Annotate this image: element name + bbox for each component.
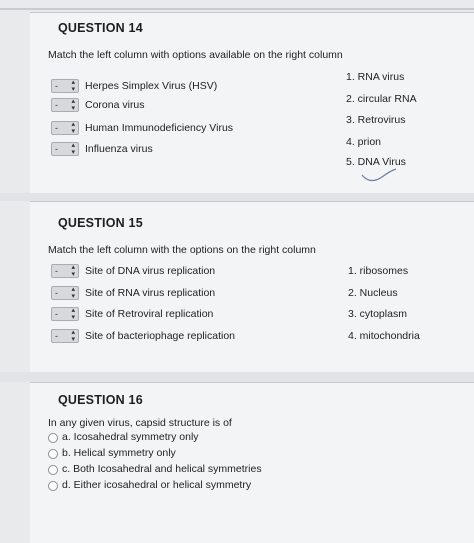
question-16-title: QUESTION 16 [58,393,143,407]
option: 3. cytoplasm [348,308,407,320]
question-16-prompt: In any given virus, capsid structure is … [48,417,232,429]
match-select-1[interactable]: - ▴ ▾ [51,79,79,93]
choice-label: b. Helical symmetry only [62,447,176,459]
match-select-2[interactable]: - ▴ ▾ [51,286,79,300]
stepper-icon: ▴ ▾ [71,98,75,112]
handwritten-check-mark [361,168,397,182]
radio-option-b[interactable] [48,449,58,459]
question-gap [0,193,474,201]
option: 4. prion [346,136,382,148]
match-select-3[interactable]: - ▴ ▾ [51,121,79,135]
question-14-prompt: Match the left column with options avail… [48,49,343,61]
option: 3. Retrovirus [346,114,406,126]
match-item-label: Site of bacteriophage replication [85,330,236,342]
match-select-1[interactable]: - ▴ ▾ [51,264,79,278]
stepper-icon: ▴ ▾ [71,142,75,156]
match-select-4[interactable]: - ▴ ▾ [51,142,79,156]
choice-label: a. Icosahedral symmetry only [62,431,199,443]
match-item-label: Site of DNA virus replication [85,265,216,277]
match-item-label: Corona virus [85,99,145,111]
radio-option-c[interactable] [48,465,58,475]
match-select-2[interactable]: - ▴ ▾ [51,98,79,112]
question-14-panel: QUESTION 14 Match the left column with o… [30,12,474,194]
radio-option-d[interactable] [48,481,58,491]
option: 1. ribosomes [348,265,409,277]
question-15-panel: QUESTION 15 Match the left column with t… [30,201,474,373]
top-divider [0,8,474,10]
match-select-4[interactable]: - ▴ ▾ [51,329,79,343]
match-item-label: Human Immunodeficiency Virus [85,122,234,134]
match-item-label: Site of RNA virus replication [85,287,216,299]
stepper-icon: ▴ ▾ [71,264,75,278]
match-item-label: Influenza virus [85,143,153,155]
question-14-title: QUESTION 14 [58,21,143,35]
choice-label: d. Either icosahedral or helical symmetr… [62,479,252,491]
question-15-prompt: Match the left column with the options o… [48,244,316,256]
match-item-label: Site of Retroviral replication [85,308,214,320]
option: 2. circular RNA [346,93,417,105]
option: 4. mitochondria [348,330,420,342]
stepper-icon: ▴ ▾ [71,79,75,93]
stepper-icon: ▴ ▾ [71,329,75,343]
option: 2. Nucleus [348,287,398,299]
match-select-3[interactable]: - ▴ ▾ [51,307,79,321]
question-15-title: QUESTION 15 [58,216,143,230]
question-gap [0,372,474,382]
radio-option-a[interactable] [48,433,58,443]
question-16-panel: QUESTION 16 In any given virus, capsid s… [30,382,474,543]
stepper-icon: ▴ ▾ [71,121,75,135]
stepper-icon: ▴ ▾ [71,307,75,321]
choice-label: c. Both Icosahedral and helical symmetri… [62,463,262,475]
option: 1. RNA virus [346,71,405,83]
stepper-icon: ▴ ▾ [71,286,75,300]
match-item-label: Herpes Simplex Virus (HSV) [85,80,218,92]
